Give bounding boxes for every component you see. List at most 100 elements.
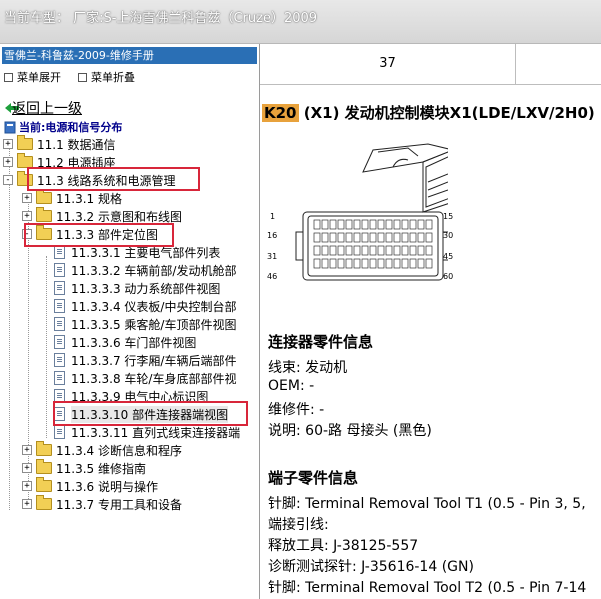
tree-guide-line <box>46 256 47 438</box>
expand-toggle-icon[interactable]: + <box>22 211 32 221</box>
document-icon <box>54 317 65 331</box>
terminal-info-line: 端接引线: <box>268 517 329 533</box>
connector-info-title: 连接器零件信息 <box>268 333 374 351</box>
connector-pin <box>337 219 345 230</box>
folder-icon <box>36 441 52 456</box>
connector-pin <box>425 219 433 230</box>
connector-pin <box>369 245 377 256</box>
tree-folder-item[interactable]: +11.3.4 诊断信息和程序 <box>22 441 182 459</box>
collapse-toggle-icon[interactable]: - <box>3 175 13 185</box>
connector-title: (X1) 发动机控制模块X1(LDE/LXV/2H0) <box>303 104 595 122</box>
terminal-info-line: 针脚: Terminal Removal Tool T1 (0.5 - Pin … <box>268 496 586 512</box>
pin-label: 60 <box>443 272 454 281</box>
terminal-info-title: 端子零件信息 <box>268 469 359 487</box>
expand-toggle-icon[interactable]: + <box>22 445 32 455</box>
connector-pin <box>369 232 377 243</box>
document-icon <box>54 245 65 259</box>
back-link[interactable]: 返回上一级 <box>4 101 82 117</box>
tree-folder-item[interactable]: +11.3.5 维修指南 <box>22 459 146 477</box>
tree-item-label: 11.3.3.8 车轮/车身底部部件视 <box>71 371 237 386</box>
tree-item-label: 11.3.3.4 仪表板/中央控制台部 <box>71 299 237 314</box>
connector-pin <box>369 219 377 230</box>
connector-pin <box>417 245 425 256</box>
tree-folder-item[interactable]: +11.1 数据通信 <box>3 135 116 153</box>
tree-item-label: 11.3.4 诊断信息和程序 <box>56 443 182 458</box>
navigation-panel: 雪佛兰-科鲁兹-2009-维修手册 菜单展开 菜单折叠 返回上一级 当前:电源和… <box>0 44 260 599</box>
tree-document-item[interactable]: 11.3.3.4 仪表板/中央控制台部 <box>54 297 236 315</box>
tree-document-item[interactable]: 11.3.3.2 车辆前部/发动机舱部 <box>54 261 236 279</box>
connector-pin <box>401 219 409 230</box>
document-icon <box>54 281 65 295</box>
folder-icon <box>36 207 52 222</box>
connector-pin <box>361 232 369 243</box>
expand-toggle-icon[interactable]: + <box>22 499 32 509</box>
book-icon <box>4 121 16 133</box>
document-icon <box>54 353 65 367</box>
connector-pin <box>329 245 337 256</box>
tree-document-item[interactable]: 11.3.3.7 行李厢/车辆后端部件 <box>54 351 236 369</box>
pin-label: 31 <box>267 252 278 261</box>
connector-pin <box>337 245 345 256</box>
highlight-box <box>53 401 248 426</box>
connector-info-line: OEM: - <box>268 378 315 394</box>
tree-document-item[interactable]: 11.3.3.5 乘客舱/车顶部件视图 <box>54 315 236 333</box>
connector-pin <box>345 245 353 256</box>
pin-label: 1 <box>270 212 276 221</box>
expand-toggle-icon[interactable]: + <box>3 157 13 167</box>
document-icon <box>54 299 65 313</box>
connector-pin <box>353 258 361 269</box>
connector-pin <box>345 258 353 269</box>
folder-icon <box>36 477 52 492</box>
connector-pin <box>385 232 393 243</box>
highlight-box <box>24 223 174 247</box>
connector-pin <box>385 245 393 256</box>
table-cell: 37 <box>260 44 516 84</box>
connector-pin <box>361 219 369 230</box>
folder-icon <box>17 135 33 150</box>
connector-info-line: 线束: 发动机 <box>268 360 348 376</box>
folder-icon <box>36 189 52 204</box>
connector-pin <box>345 219 353 230</box>
connector-pin <box>417 258 425 269</box>
tree-item-label: 11.3.3.3 动力系统部件视图 <box>71 281 221 296</box>
tree-folder-item[interactable]: +11.3.7 专用工具和设备 <box>22 495 182 513</box>
tree-folder-item[interactable]: +11.3.6 说明与操作 <box>22 477 158 495</box>
connector-diagram <box>295 143 448 281</box>
connector-pin <box>393 232 401 243</box>
connector-pin <box>321 219 329 230</box>
expand-toggle-icon[interactable]: + <box>22 463 32 473</box>
connector-info-line: 说明: 60-路 母接头 (黑色) <box>268 423 432 439</box>
connector-pin <box>409 219 417 230</box>
pin-label: 30 <box>443 231 454 240</box>
expand-toggle-icon[interactable]: + <box>3 139 13 149</box>
connector-pin <box>361 258 369 269</box>
connector-pin <box>361 245 369 256</box>
tree-document-item[interactable]: 11.3.3.3 动力系统部件视图 <box>54 279 220 297</box>
pin-label: 46 <box>267 272 278 281</box>
tree-document-item[interactable]: 11.3.3.8 车轮/车身底部部件视 <box>54 369 236 387</box>
connector-pin <box>337 232 345 243</box>
tree-item-label: 11.3.5 维修指南 <box>56 461 146 476</box>
connector-pin <box>425 245 433 256</box>
tree-document-item[interactable]: 11.3.3.6 车门部件视图 <box>54 333 196 351</box>
connector-pin <box>377 219 385 230</box>
document-icon <box>54 263 65 277</box>
document-icon <box>54 371 65 385</box>
tree-item-label: 11.3.3.5 乘客舱/车顶部件视图 <box>71 317 237 332</box>
connector-pin <box>329 232 337 243</box>
collapse-all-button[interactable]: 菜单折叠 <box>78 69 135 85</box>
tree-folder-item[interactable]: +11.3.1 规格 <box>22 189 122 207</box>
folder-icon <box>36 459 52 474</box>
connector-pin <box>329 219 337 230</box>
expand-toggle-icon[interactable]: + <box>22 193 32 203</box>
content-panel: 37 K20 (X1) 发动机控制模块X1(LDE/LXV/2H0) 1 15 … <box>260 44 601 599</box>
expand-all-button[interactable]: 菜单展开 <box>4 69 61 85</box>
connector-pin <box>417 232 425 243</box>
connector-pin <box>353 245 361 256</box>
folder-icon <box>36 495 52 510</box>
current-location: 当前:电源和信号分布 <box>4 119 122 135</box>
connector-pin <box>321 258 329 269</box>
expand-toggle-icon[interactable]: + <box>22 481 32 491</box>
connector-pin <box>409 245 417 256</box>
terminal-info-line: 诊断测试探针: J-35616-14 (GN) <box>268 559 474 575</box>
